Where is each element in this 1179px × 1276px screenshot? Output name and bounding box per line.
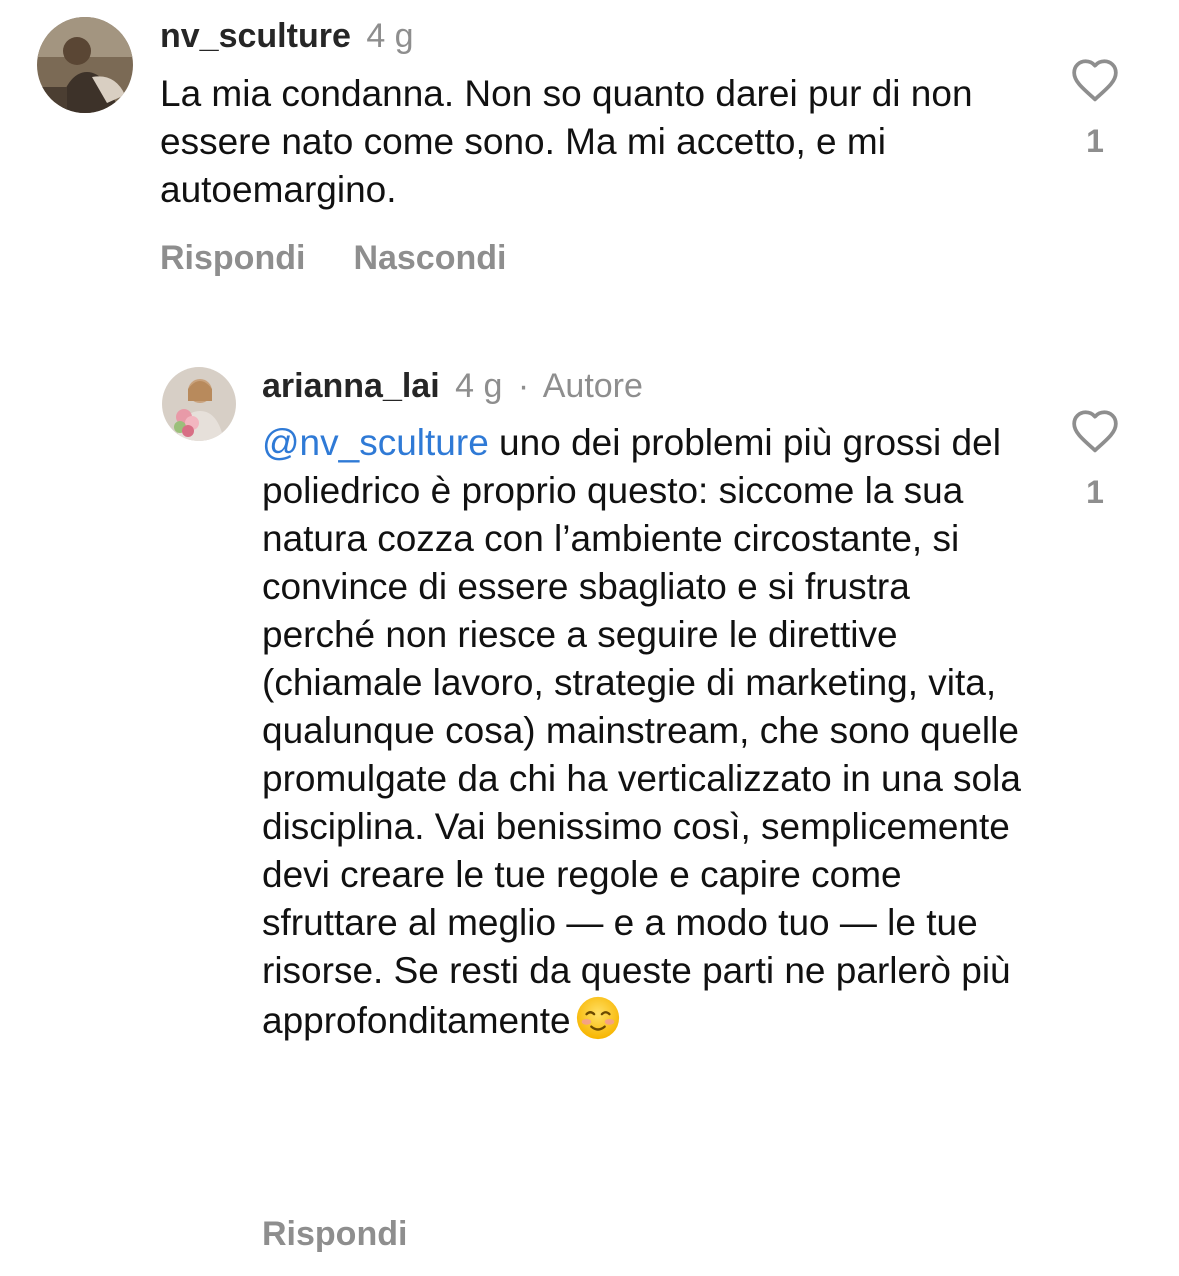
avatar-image [37, 17, 133, 113]
username[interactable]: arianna_lai [262, 367, 440, 405]
author-badge: Autore [542, 367, 643, 405]
avatar-arianna-lai[interactable] [162, 367, 236, 441]
reply-body: uno dei problemi più grossi del poliedri… [262, 422, 1021, 1041]
reply-actions: Rispondi [262, 1214, 407, 1254]
like-count: 1 [1086, 474, 1104, 510]
heart-outline-icon[interactable] [1070, 408, 1120, 454]
timestamp: 4 g [366, 17, 414, 55]
like-group: 1 [1065, 57, 1125, 159]
smiling-face-icon [576, 996, 619, 1040]
avatar-image [162, 367, 236, 441]
username[interactable]: nv_sculture [160, 17, 351, 55]
timestamp: 4 g [455, 367, 503, 405]
reply-button[interactable]: Rispondi [262, 1215, 407, 1253]
mention-link[interactable]: @nv_sculture [262, 422, 489, 463]
comments-page: nv_sculture 4 g La mia condanna. Non so … [0, 0, 1179, 1276]
comment-header: nv_sculture 4 g [160, 16, 414, 56]
comment-text: La mia condanna. Non so quanto darei pur… [160, 73, 973, 210]
separator: · [517, 367, 530, 405]
like-count: 1 [1086, 123, 1104, 159]
heart-outline-icon[interactable] [1070, 57, 1120, 103]
reply-header: arianna_lai 4 g · Autore [262, 366, 643, 406]
avatar-nv-sculture[interactable] [37, 17, 133, 113]
like-group: 1 [1065, 408, 1125, 510]
reply-button[interactable]: Rispondi [160, 239, 305, 277]
reply-text: @nv_sculture uno dei problemi più grossi… [262, 419, 1022, 1045]
hide-button[interactable]: Nascondi [353, 239, 506, 277]
comment-actions: Rispondi Nascondi [160, 238, 506, 278]
